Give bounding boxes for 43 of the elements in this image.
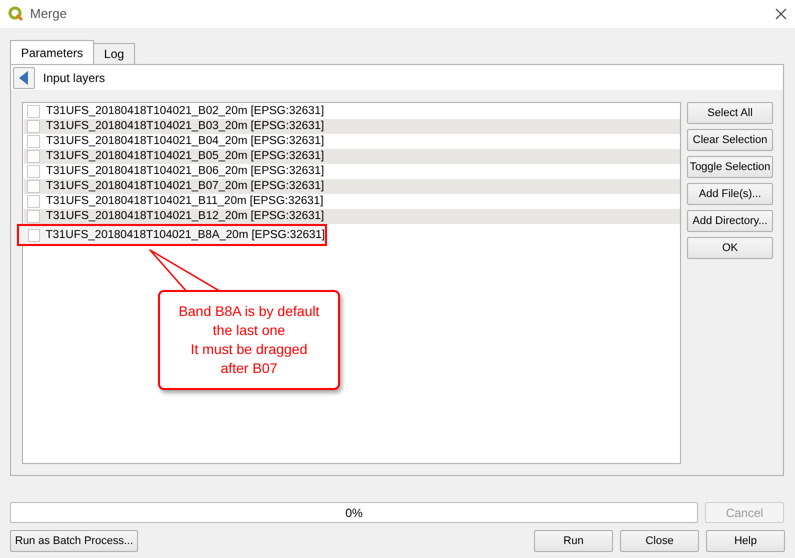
side-button[interactable]: Add File(s)... (687, 183, 773, 205)
checkbox[interactable] (27, 135, 40, 148)
checkbox[interactable] (28, 228, 40, 242)
layer-name: T31UFS_20180418T104021_B05_20m [EPSG:32631] (46, 149, 324, 164)
window-title: Merge (30, 5, 68, 24)
app-logo-icon (8, 6, 24, 22)
layer-row[interactable]: T31UFS_20180418T104021_B12_20m [EPSG:32631] (24, 209, 680, 224)
layer-name: T31UFS_20180418T104021_B8A_20m [EPSG:32631] (46, 228, 325, 242)
side-button[interactable]: Add Directory... (687, 210, 773, 232)
layer-name: T31UFS_20180418T104021_B11_20m [EPSG:32631] (46, 194, 324, 209)
checkbox[interactable] (27, 120, 40, 133)
callout-text: Band B8A is by default the last one It must be dragged after B07 (178, 302, 320, 378)
checkbox[interactable] (27, 165, 40, 178)
checkbox[interactable] (27, 105, 40, 118)
tab[interactable]: Log (93, 43, 136, 64)
dialog-button[interactable]: Help (706, 530, 785, 552)
layer-row[interactable]: T31UFS_20180418T104021_B05_20m [EPSG:32631] (24, 149, 680, 164)
side-button[interactable]: OK (687, 237, 773, 259)
checkbox[interactable] (27, 180, 40, 193)
side-button[interactable]: Select All (687, 102, 773, 124)
triangle-left-icon (19, 70, 29, 84)
dialog-button[interactable]: Close (620, 530, 699, 552)
layer-row[interactable]: T31UFS_20180418T104021_B07_20m [EPSG:32631] (24, 179, 680, 194)
section-title: Input layers (43, 70, 106, 86)
side-button[interactable]: Toggle Selection (687, 156, 773, 178)
checkbox[interactable] (27, 150, 40, 163)
layer-row[interactable]: T31UFS_20180418T104021_B03_20m [EPSG:32631] (24, 119, 680, 134)
layer-row[interactable]: T31UFS_20180418T104021_B8A_20m [EPSG:32631] (17, 224, 327, 246)
close-icon[interactable] (775, 8, 787, 20)
batch-button[interactable]: Run as Batch Process... (10, 530, 138, 552)
layer-name: T31UFS_20180418T104021_B12_20m [EPSG:32631] (46, 209, 324, 224)
layer-name: T31UFS_20180418T104021_B04_20m [EPSG:32631] (46, 134, 324, 149)
side-button[interactable]: Clear Selection (687, 129, 773, 151)
layer-name: T31UFS_20180418T104021_B03_20m [EPSG:32631] (46, 119, 324, 134)
layer-name: T31UFS_20180418T104021_B02_20m [EPSG:32631] (46, 104, 324, 119)
layer-name: T31UFS_20180418T104021_B07_20m [EPSG:32631] (46, 179, 324, 194)
tab[interactable]: Parameters (10, 40, 94, 64)
layer-name: T31UFS_20180418T104021_B06_20m [EPSG:32631] (46, 164, 324, 179)
checkbox[interactable] (27, 195, 40, 208)
progress-reading: 0% (344, 504, 364, 522)
checkbox[interactable] (27, 210, 40, 223)
dialog-button[interactable]: Run (534, 530, 613, 552)
collapse-button[interactable] (13, 66, 35, 88)
